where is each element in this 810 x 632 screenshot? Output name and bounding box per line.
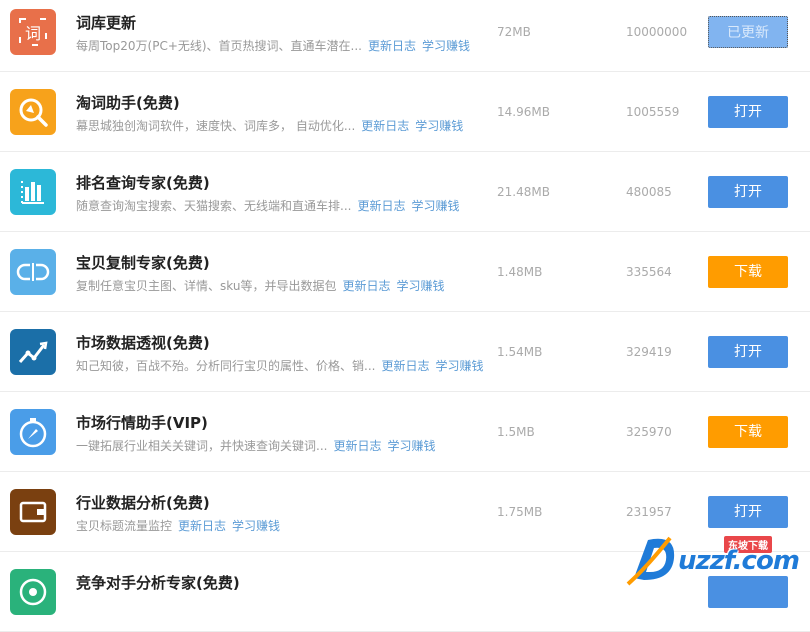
download-button[interactable]: 下载 [708, 256, 788, 288]
changelog-link[interactable]: 更新日志 [368, 39, 416, 53]
learn-earn-link[interactable]: 学习赚钱 [232, 519, 280, 533]
app-description: 幕思城独创淘词软件，速度快、词库多， 自动优化... [76, 119, 356, 133]
learn-earn-link[interactable]: 学习赚钱 [387, 439, 435, 453]
bar-chart-icon [10, 169, 56, 215]
learn-earn-link[interactable]: 学习赚钱 [411, 199, 459, 213]
open-button[interactable]: 打开 [708, 496, 788, 528]
changelog-link[interactable]: 更新日志 [357, 199, 405, 213]
app-title[interactable]: 市场数据透视(免费) [76, 332, 210, 353]
app-row: 词 词库更新每周Top20万(PC+无线)、首页热搜词、直通车潜在... 更新日志学… [0, 0, 810, 72]
app-size: 21.48MB [497, 185, 550, 199]
app-description: 随意查询淘宝搜索、天猫搜索、无线端和直通车排... [76, 199, 352, 213]
app-row: 淘词助手(免费) 幕思城独创淘词软件，速度快、词库多， 自动优化... 更新日志 学习… [0, 72, 810, 152]
download-count: 480085 [626, 185, 672, 199]
app-description: 宝贝标题流量监控 [76, 519, 173, 533]
app-description-line: 每周Top20万(PC+无线)、首页热搜词、直通车潜在... 更新日志 学习赚钱 [76, 37, 470, 54]
app-size: 1.75MB [497, 505, 543, 519]
download-count: 10000000 [626, 25, 688, 39]
app-size: 72MB [497, 25, 531, 39]
app-size: 1.54MB [497, 345, 543, 359]
app-description-line: 随意查询淘宝搜索、天猫搜索、无线端和直通车排... 更新日志 学习赚钱 [76, 197, 459, 214]
trend-line-icon [10, 329, 56, 375]
app-description: 每周Top20万(PC+无线)、首页热搜词、直通车潜在... [76, 39, 362, 53]
learn-earn-link[interactable]: 学习赚钱 [396, 279, 444, 293]
app-title[interactable]: 词库更新 [76, 12, 136, 33]
open-button[interactable]: 打开 [708, 336, 788, 368]
download-count: 1005559 [626, 105, 680, 119]
app-title[interactable]: 行业数据分析(免费) [76, 492, 210, 513]
app-title[interactable]: 宝贝复制专家(免费) [76, 252, 210, 273]
app-title[interactable]: 排名查询专家(免费) [76, 172, 210, 193]
app-row: 市场数据透视(免费) 知己知彼，百战不殆。分析同行宝贝的属性、价格、销... 更新日… [0, 312, 810, 392]
changelog-link[interactable]: 更新日志 [361, 119, 409, 133]
app-row: 市场行情助手(VIP) 一键拓展行业相关关键词，并快速查询关键词... 更新日志 学习… [0, 392, 810, 472]
app-size: 1.5MB [497, 425, 535, 439]
watermark-logo: 东坡下载 uzzf.com [626, 526, 810, 590]
wallet-icon [10, 489, 56, 535]
svg-text:词: 词 [25, 24, 41, 43]
done-button[interactable]: 已更新 [708, 16, 788, 48]
learn-earn-link[interactable]: 学习赚钱 [435, 359, 483, 373]
app-row: 宝贝复制专家(免费) 复制任意宝贝主图、详情、sku等，并导出数据包 更新日志 学习赚… [0, 232, 810, 312]
watermark-d-icon [626, 536, 675, 586]
app-size: 1.48MB [497, 265, 543, 279]
changelog-link[interactable]: 更新日志 [342, 279, 390, 293]
download-count: 335564 [626, 265, 672, 279]
compass-icon [10, 409, 56, 455]
app-description-line: 复制任意宝贝主图、详情、sku等，并导出数据包 更新日志 学习赚钱 [76, 277, 444, 294]
download-count: 231957 [626, 505, 672, 519]
app-description: 知己知彼，百战不殆。分析同行宝贝的属性、价格、销... [76, 359, 376, 373]
download-count: 329419 [626, 345, 672, 359]
copy-link-icon [10, 249, 56, 295]
dictionary-icon: 词 [10, 9, 56, 55]
download-count: 325970 [626, 425, 672, 439]
app-title[interactable]: 市场行情助手(VIP) [76, 412, 208, 433]
app-description-line: 一键拓展行业相关关键词，并快速查询关键词... 更新日志 学习赚钱 [76, 437, 435, 454]
app-description-line: 宝贝标题流量监控 更新日志 学习赚钱 [76, 517, 280, 534]
learn-earn-link[interactable]: 学习赚钱 [422, 39, 470, 53]
radar-icon [10, 569, 56, 615]
app-description-line: 知己知彼，百战不殆。分析同行宝贝的属性、价格、销... 更新日志 学习赚钱 [76, 357, 483, 374]
changelog-link[interactable]: 更新日志 [381, 359, 429, 373]
app-title[interactable]: 淘词助手(免费) [76, 92, 180, 113]
learn-earn-link[interactable]: 学习赚钱 [415, 119, 463, 133]
open-button[interactable]: 打开 [708, 176, 788, 208]
download-button[interactable]: 下载 [708, 416, 788, 448]
changelog-link[interactable]: 更新日志 [178, 519, 226, 533]
app-size: 14.96MB [497, 105, 550, 119]
watermark-text: uzzf.com [678, 546, 800, 576]
search-icon [10, 89, 56, 135]
app-description-line: 幕思城独创淘词软件，速度快、词库多， 自动优化... 更新日志 学习赚钱 [76, 117, 463, 134]
open-button[interactable]: 打开 [708, 96, 788, 128]
app-description: 一键拓展行业相关关键词，并快速查询关键词... [76, 439, 328, 453]
app-row: 排名查询专家(免费) 随意查询淘宝搜索、天猫搜索、无线端和直通车排... 更新日志学… [0, 152, 810, 232]
app-description: 复制任意宝贝主图、详情、sku等，并导出数据包 [76, 279, 337, 293]
changelog-link[interactable]: 更新日志 [333, 439, 381, 453]
